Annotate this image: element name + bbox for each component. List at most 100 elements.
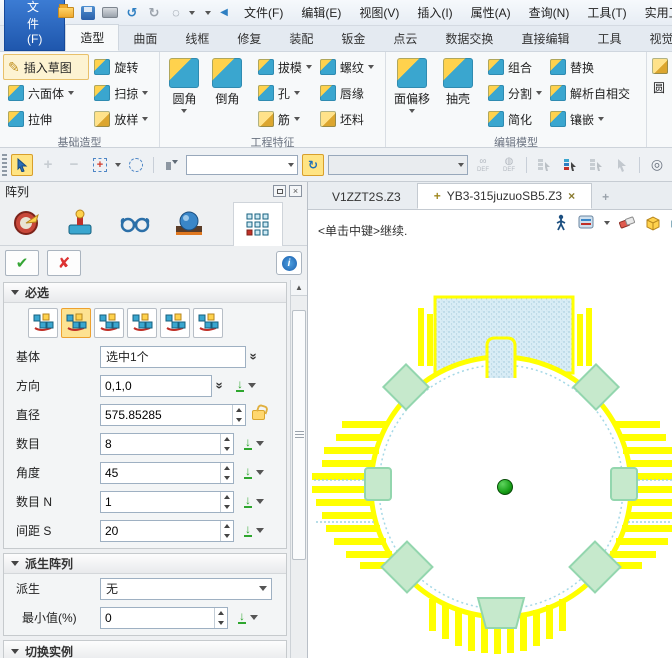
menu-insert[interactable]: 插入(I) <box>410 1 459 24</box>
document-tab-2[interactable]: + YB3-315juzuoSB5.Z3 × <box>417 183 592 209</box>
add-entity-icon[interactable]: + <box>37 154 59 176</box>
tab-tools[interactable]: 工具 <box>583 26 635 51</box>
spacing-spinner[interactable] <box>220 521 233 541</box>
ribbon-file-tab[interactable]: 文件(F) <box>4 0 65 51</box>
quickbar-more-icon[interactable] <box>205 11 211 15</box>
stamp-icon[interactable] <box>66 208 96 238</box>
tab-dataexchange[interactable]: 数据交换 <box>431 26 507 51</box>
filter-list-icon[interactable] <box>160 154 182 176</box>
direction-expand-icon[interactable]: » <box>213 378 228 394</box>
lasso-select-icon[interactable] <box>125 154 147 176</box>
remove-entity-icon[interactable]: − <box>63 154 85 176</box>
lip-button[interactable]: 唇缘 <box>315 80 382 106</box>
window-select-icon[interactable]: + <box>89 154 111 176</box>
menu-inquire[interactable]: 查询(N) <box>522 1 577 24</box>
number-n-input[interactable] <box>100 491 234 513</box>
derived-section-header[interactable]: 派生阵列 <box>4 554 286 574</box>
model-drawing[interactable] <box>308 210 672 658</box>
spacing-pick-icon[interactable]: ↓ <box>244 524 252 537</box>
angle-spinner[interactable] <box>220 463 233 483</box>
reuse-last-input-icon[interactable]: ↻ <box>302 154 324 176</box>
menu-tools[interactable]: 工具(T) <box>580 1 633 24</box>
direction-input[interactable] <box>100 375 212 397</box>
number-n-spinner[interactable] <box>220 492 233 512</box>
number-input[interactable] <box>100 433 234 455</box>
tab-pointcloud[interactable]: 点云 <box>379 26 431 51</box>
replace-button[interactable]: 替换 <box>545 54 641 80</box>
pattern-type-fill-button[interactable] <box>193 308 223 338</box>
pick-list-icon[interactable] <box>533 154 555 176</box>
center-point[interactable] <box>498 480 513 495</box>
filter-combobox[interactable] <box>186 155 298 175</box>
sphere-render-icon[interactable] <box>174 208 204 238</box>
pattern-type-curve-button[interactable] <box>160 308 190 338</box>
min-value-pick-dropdown-icon[interactable] <box>250 615 258 620</box>
tab-visualstyle[interactable]: 视觉样式 <box>635 26 672 51</box>
derived-select[interactable]: 无 <box>100 578 272 600</box>
thread-button[interactable]: 螺纹 <box>315 54 382 80</box>
hole-button[interactable]: 孔 <box>253 80 315 106</box>
pattern-type-linear-button[interactable] <box>28 308 58 338</box>
spacing-input[interactable] <box>100 520 234 542</box>
scroll-up-icon[interactable]: ▲ <box>291 280 307 296</box>
box-button[interactable]: 六面体 <box>3 80 89 106</box>
menu-attributes[interactable]: 属性(A) <box>464 1 518 24</box>
toolbar-grip[interactable] <box>2 154 7 176</box>
number-pick-dropdown-icon[interactable] <box>256 441 264 446</box>
panel-scrollbar[interactable]: ▲ <box>290 280 307 658</box>
collapse-menubar-icon[interactable]: ◀ <box>215 4 233 22</box>
unlock-icon[interactable] <box>252 410 265 420</box>
panel-close-icon[interactable]: × <box>289 185 302 197</box>
gauge-icon[interactable] <box>12 208 42 238</box>
panel-restore-icon[interactable] <box>273 185 286 197</box>
shell-button[interactable]: 抽壳 <box>435 54 481 132</box>
pick-last-icon[interactable] <box>585 154 607 176</box>
info-button[interactable]: i <box>276 251 302 275</box>
simplify-button[interactable]: 简化 <box>483 106 545 132</box>
menu-view[interactable]: 视图(V) <box>352 1 406 24</box>
base-expand-icon[interactable]: » <box>247 349 262 365</box>
angle-input[interactable] <box>100 462 234 484</box>
view-rotate-icon[interactable]: ◎ <box>646 154 668 176</box>
inlay-button[interactable]: 镶嵌 <box>545 106 641 132</box>
tab-repair[interactable]: 修复 <box>223 26 275 51</box>
tab-assembly[interactable]: 装配 <box>275 26 327 51</box>
fillet-button[interactable]: 圆角 <box>163 54 206 132</box>
tab-sheetmetal[interactable]: 钣金 <box>327 26 379 51</box>
selection-target-icon[interactable]: ◌ <box>167 4 185 22</box>
number-n-pick-dropdown-icon[interactable] <box>256 499 264 504</box>
min-value-pick-icon[interactable]: ↓ <box>238 611 246 624</box>
insert-sketch-button[interactable]: ✎ 插入草图 <box>3 54 89 80</box>
history-combobox[interactable] <box>328 155 468 175</box>
revolve-button[interactable]: 旋转 <box>89 54 156 80</box>
stock-button[interactable]: 坯料 <box>315 106 382 132</box>
loft-button[interactable]: 放样 <box>89 106 156 132</box>
chamfer-button[interactable]: 倒角 <box>206 54 249 132</box>
extrude-button[interactable]: 拉伸 <box>3 106 89 132</box>
scrollbar-thumb[interactable] <box>292 310 306 560</box>
number-pick-icon[interactable]: ↓ <box>244 437 252 450</box>
cancel-button[interactable]: ✘ <box>47 250 81 276</box>
viewport[interactable]: <单击中键>继续. <box>308 210 672 658</box>
menu-file[interactable]: 文件(F) <box>237 1 290 24</box>
tab-shape[interactable]: 造型 <box>65 24 119 51</box>
resolve-selfintersection-button[interactable]: 解析自相交 <box>545 80 641 106</box>
rib-button[interactable]: 筋 <box>253 106 315 132</box>
base-select[interactable]: 选中1个 <box>100 346 246 368</box>
target-dropdown-icon[interactable] <box>189 11 195 15</box>
redo-icon[interactable]: ↻ <box>145 4 163 22</box>
draft-button[interactable]: 拔模 <box>253 54 315 80</box>
tab-close-icon[interactable]: × <box>568 189 575 203</box>
diameter-input[interactable] <box>100 404 246 426</box>
pattern-type-face-button[interactable] <box>127 308 157 338</box>
document-tab-1[interactable]: V1ZZT2S.Z3 <box>316 185 417 209</box>
required-section-header[interactable]: 必选 <box>4 283 286 303</box>
toggle-section-header[interactable]: 切换实例 <box>4 641 286 658</box>
tab-wireframe[interactable]: 线框 <box>171 26 223 51</box>
direction-pick-dropdown-icon[interactable] <box>248 383 256 388</box>
number-n-pick-icon[interactable]: ↓ <box>244 495 252 508</box>
new-tab-button[interactable]: + <box>592 185 619 209</box>
combine-button[interactable]: 组合 <box>483 54 545 80</box>
glasses-icon[interactable] <box>120 208 150 238</box>
pick-from-list-icon[interactable] <box>559 154 581 176</box>
